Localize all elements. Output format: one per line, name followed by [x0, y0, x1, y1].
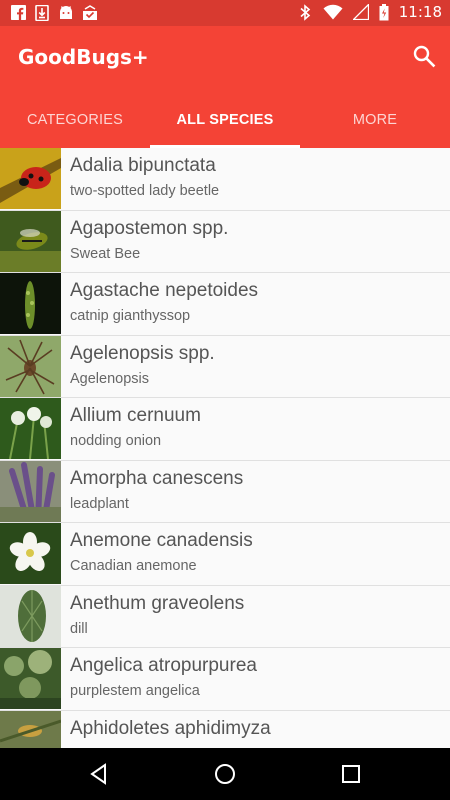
list-item[interactable]: Allium cernuum nodding onion — [0, 398, 450, 461]
species-scientific-name: Adalia bipunctata — [70, 155, 216, 176]
signal-icon — [352, 4, 369, 21]
species-thumbnail — [0, 148, 61, 209]
list-item[interactable]: Agelenopsis spp. Agelenopsis — [0, 335, 450, 398]
bluetooth-icon — [297, 3, 313, 21]
home-icon — [215, 764, 235, 784]
list-item[interactable]: Adalia bipunctata two-spotted lady beetl… — [0, 148, 450, 211]
species-common-name: catnip gianthyssop — [70, 308, 191, 324]
species-thumbnail — [0, 210, 61, 272]
species-common-name: Agelenopsis — [70, 370, 149, 387]
back-icon — [90, 763, 106, 785]
species-thumbnail — [0, 460, 61, 522]
tab-categories[interactable]: CATEGORIES — [0, 106, 150, 148]
app-title: GoodBugs+ — [18, 45, 149, 69]
status-bar: 11:18 — [0, 0, 450, 26]
list-item[interactable]: Anethum graveolens dill — [0, 585, 450, 648]
list-item[interactable]: Aphidoletes aphidimyza — [0, 710, 450, 748]
search-icon — [413, 45, 436, 68]
species-common-name: Sweat Bee — [70, 245, 141, 262]
search-button[interactable] — [412, 44, 436, 68]
species-common-name: purplestem angelica — [70, 683, 200, 699]
list-item[interactable]: Amorpha canescens leadplant — [0, 460, 450, 523]
species-thumbnail — [0, 648, 61, 709]
species-thumbnail — [0, 398, 61, 459]
facebook-icon — [10, 4, 26, 21]
tab-more[interactable]: MORE — [300, 106, 450, 148]
list-item[interactable]: Anemone canadensis Canadian anemone — [0, 523, 450, 586]
inbox-icon — [82, 4, 98, 21]
download-icon — [34, 4, 50, 21]
tab-bar: CATEGORIES ALL SPECIES MORE — [0, 106, 450, 148]
species-scientific-name: Agastache nepetoides — [70, 280, 259, 301]
species-common-name: dill — [70, 620, 88, 637]
species-common-name: nodding onion — [70, 433, 162, 449]
species-scientific-name: Anemone canadensis — [70, 530, 253, 551]
app-bar: GoodBugs+ CATEGORIES ALL SPECIES MORE — [0, 26, 450, 148]
species-common-name: leadplant — [70, 495, 129, 512]
android-icon — [58, 4, 74, 21]
species-scientific-name: Allium cernuum — [70, 405, 201, 426]
species-list: Adalia bipunctata two-spotted lady beetl… — [0, 148, 450, 748]
species-scientific-name: Agapostemon spp. — [70, 217, 229, 239]
recents-icon — [342, 765, 360, 783]
list-item[interactable]: Angelica atropurpurea purplestem angelic… — [0, 648, 450, 711]
species-scientific-name: Anethum graveolens — [70, 592, 245, 614]
list-item[interactable]: Agapostemon spp. Sweat Bee — [0, 210, 450, 273]
tab-all-species[interactable]: ALL SPECIES — [150, 106, 300, 148]
navigation-bar — [0, 748, 450, 800]
species-scientific-name: Agelenopsis spp. — [70, 342, 215, 364]
back-button[interactable] — [87, 762, 111, 786]
species-thumbnail — [0, 335, 61, 397]
battery-icon — [379, 3, 389, 21]
species-thumbnail — [0, 585, 61, 647]
species-common-name: Canadian anemone — [70, 558, 197, 574]
species-thumbnail — [0, 710, 61, 748]
species-scientific-name: Amorpha canescens — [70, 467, 244, 489]
species-scientific-name: Angelica atropurpurea — [70, 655, 257, 676]
species-thumbnail — [0, 523, 61, 584]
clock: 11:18 — [398, 3, 442, 21]
list-item[interactable]: Agastache nepetoides catnip gianthyssop — [0, 273, 450, 336]
recents-button[interactable] — [339, 762, 363, 786]
species-common-name: two-spotted lady beetle — [70, 183, 220, 199]
wifi-icon — [323, 4, 343, 21]
species-thumbnail — [0, 273, 61, 334]
home-button[interactable] — [213, 762, 237, 786]
species-scientific-name: Aphidoletes aphidimyza — [70, 717, 271, 739]
